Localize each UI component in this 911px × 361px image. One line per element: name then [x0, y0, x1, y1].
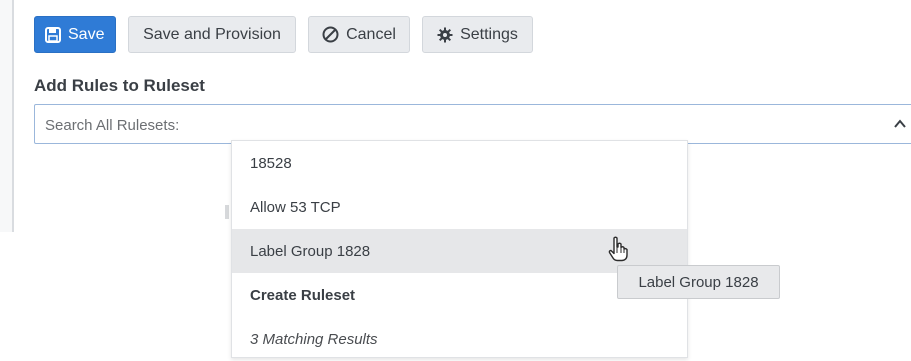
settings-button-label: Settings: [460, 25, 518, 43]
floppy-disk-icon: [45, 26, 61, 43]
cancel-button-label: Cancel: [346, 25, 396, 43]
save-button-label: Save: [68, 25, 105, 43]
hand-pointer-icon: [607, 236, 629, 267]
save-button[interactable]: Save: [34, 16, 116, 53]
left-panel-edge: [0, 0, 14, 232]
chevron-up-icon[interactable]: [893, 117, 907, 136]
dropdown-option[interactable]: Allow 53 TCP: [232, 185, 687, 229]
matching-results-count: 3 Matching Results: [250, 330, 378, 348]
ban-circle-icon: [322, 26, 339, 43]
settings-button[interactable]: Settings: [422, 16, 533, 53]
save-and-provision-button[interactable]: Save and Provision: [128, 16, 296, 53]
ruleset-search-combobox[interactable]: [34, 104, 911, 144]
ruleset-search-input[interactable]: [45, 112, 865, 138]
cancel-button[interactable]: Cancel: [308, 16, 410, 53]
gear-icon: [437, 27, 453, 43]
section-title: Add Rules to Ruleset: [34, 76, 205, 95]
option-tooltip: Label Group 1828: [617, 265, 780, 299]
underlying-content-fragment: [225, 205, 229, 219]
save-and-provision-label: Save and Provision: [143, 25, 281, 43]
dropdown-option[interactable]: 18528: [232, 141, 687, 185]
toolbar: Save Save and Provision Cancel Settings: [34, 16, 533, 54]
